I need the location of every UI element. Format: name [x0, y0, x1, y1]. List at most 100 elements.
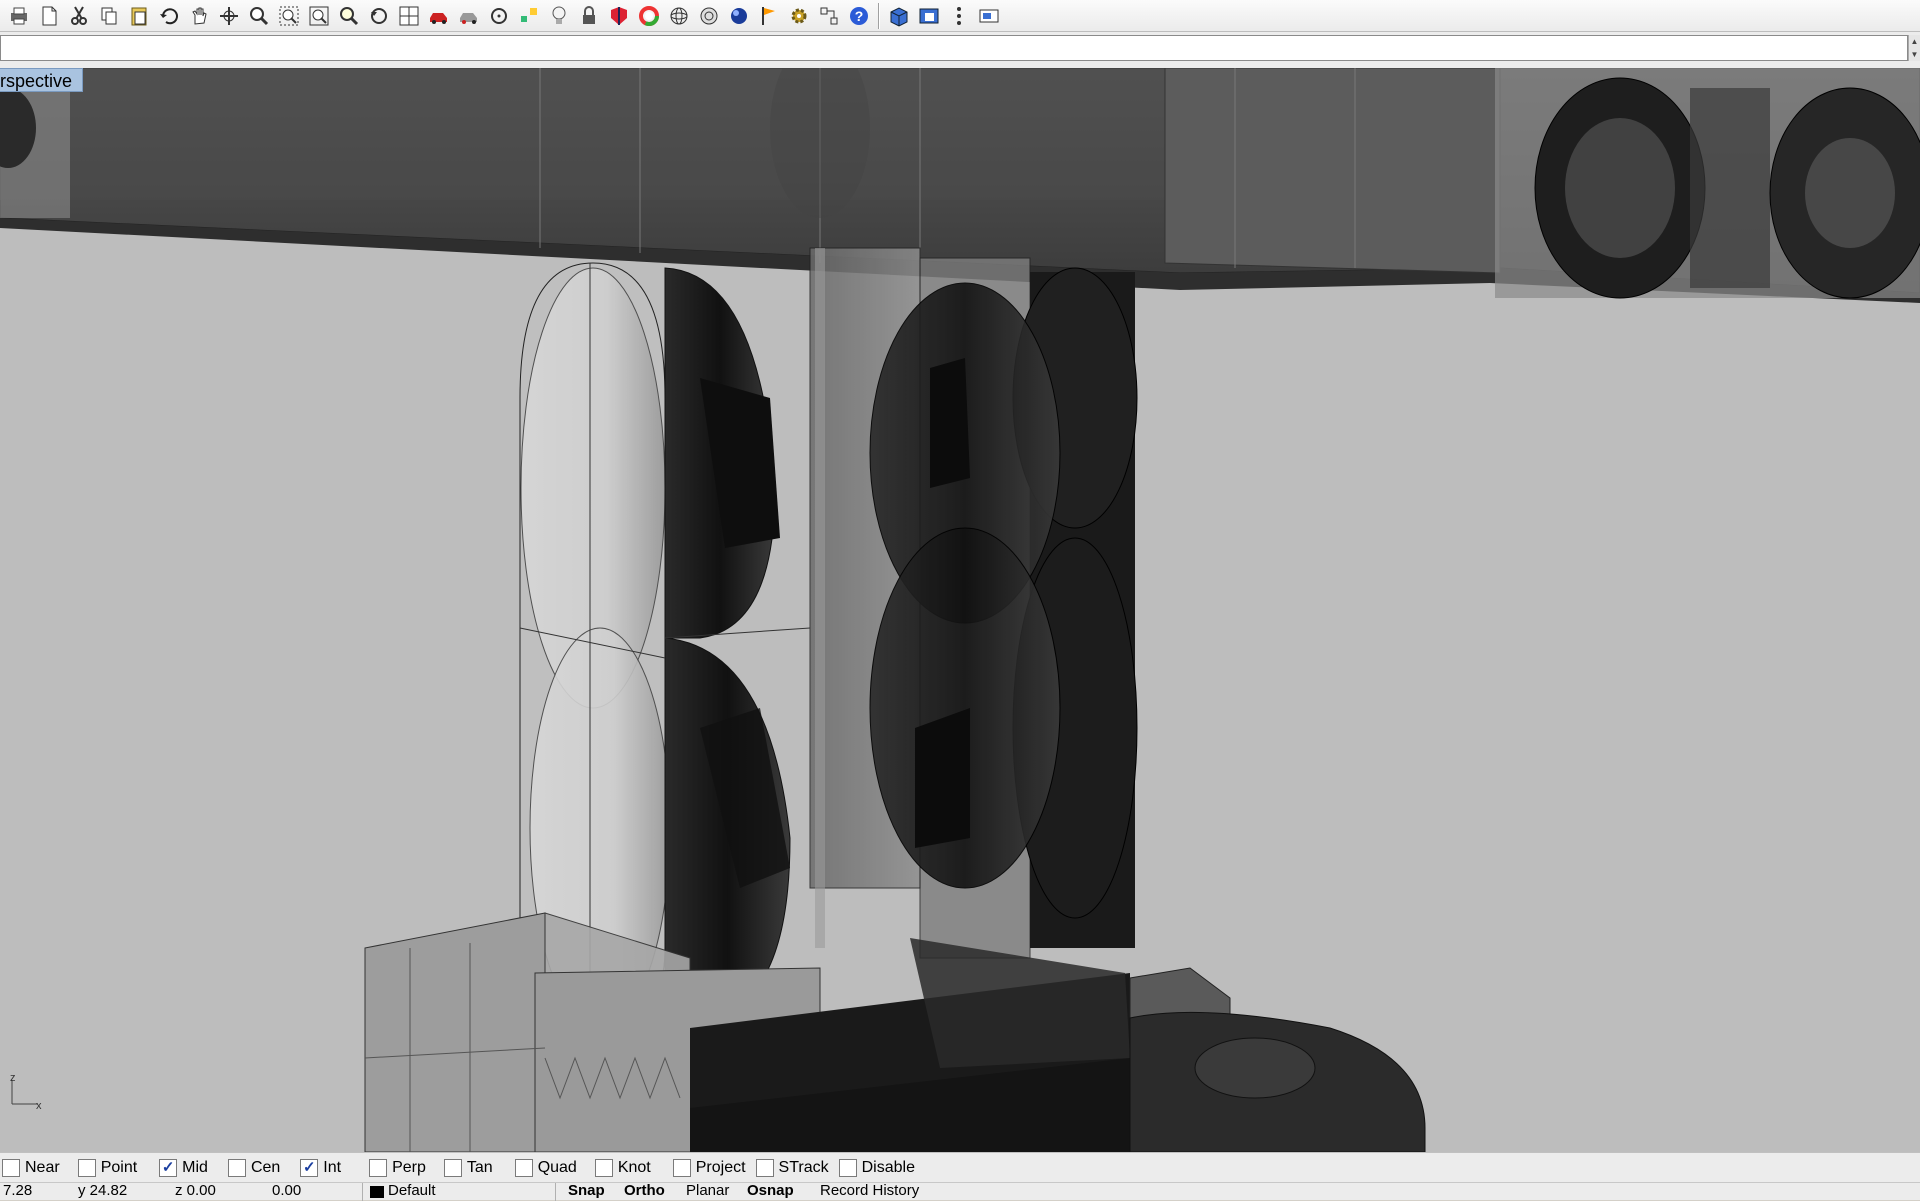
- circle-icon[interactable]: [484, 1, 514, 31]
- zoom-selected-icon[interactable]: [334, 1, 364, 31]
- render-sphere-icon[interactable]: [724, 1, 754, 31]
- osnap-point[interactable]: Point: [77, 1155, 137, 1181]
- box-icon[interactable]: [884, 1, 914, 31]
- status-y: y 24.82: [78, 1182, 128, 1199]
- command-area: ▲ ▼: [0, 32, 1920, 68]
- undo-view-icon[interactable]: [364, 1, 394, 31]
- lock-icon[interactable]: [574, 1, 604, 31]
- osnap-label: Quad: [537, 1158, 577, 1176]
- osnap-label: Near: [25, 1158, 60, 1176]
- osnap-tan[interactable]: Tan: [443, 1155, 493, 1181]
- undo-icon[interactable]: [154, 1, 184, 31]
- scroll-down-icon[interactable]: ▼: [1911, 50, 1919, 59]
- flag-icon[interactable]: [754, 1, 784, 31]
- osnap-label: Int: [323, 1158, 342, 1176]
- status-z: z 0.00: [175, 1182, 216, 1199]
- status-divider: [555, 1183, 556, 1201]
- osnap-label: Project: [695, 1158, 746, 1176]
- light-icon[interactable]: [544, 1, 574, 31]
- four-viewports-icon[interactable]: [394, 1, 424, 31]
- osnap-checkbox[interactable]: [755, 1158, 774, 1177]
- osnap-int[interactable]: ✓ Int: [300, 1155, 341, 1181]
- osnap-checkbox[interactable]: [838, 1158, 857, 1177]
- osnap-label: Tan: [466, 1158, 493, 1176]
- osnap-strack[interactable]: STrack: [755, 1155, 829, 1181]
- ortho-toggle[interactable]: Ortho: [624, 1183, 665, 1199]
- osnap-quad[interactable]: Quad: [514, 1155, 577, 1181]
- osnap-checkbox[interactable]: [514, 1158, 533, 1177]
- osnap-cen[interactable]: Cen: [227, 1155, 281, 1181]
- osnap-checkbox[interactable]: [369, 1158, 388, 1177]
- car-icon[interactable]: [424, 1, 454, 31]
- rotate-view-icon[interactable]: [214, 1, 244, 31]
- axis-x-label: x: [36, 1100, 42, 1112]
- osnap-project[interactable]: Project: [672, 1155, 746, 1181]
- globe-icon[interactable]: [694, 1, 724, 31]
- planar-toggle[interactable]: Planar: [686, 1183, 729, 1199]
- osnap-label: STrack: [778, 1158, 829, 1176]
- window-icon[interactable]: [914, 1, 944, 31]
- osnap-toggle[interactable]: Osnap: [747, 1183, 794, 1199]
- toolbar-separator: [878, 2, 880, 29]
- zoom-icon[interactable]: [244, 1, 274, 31]
- osnap-checkbox[interactable]: [2, 1158, 20, 1177]
- base-block[interactable]: [364, 912, 1426, 1152]
- osnap-checkbox[interactable]: [443, 1158, 462, 1177]
- osnap-checkbox[interactable]: [594, 1158, 613, 1177]
- copy-icon[interactable]: [94, 1, 124, 31]
- help-icon[interactable]: ?: [844, 1, 874, 31]
- status-x: 7.28: [3, 1182, 33, 1199]
- rear-disks[interactable]: [869, 267, 1138, 948]
- dimension-icon[interactable]: [814, 1, 844, 31]
- sphere-wire-icon[interactable]: [664, 1, 694, 31]
- front-disks[interactable]: [519, 262, 811, 1029]
- pan-icon[interactable]: [184, 1, 214, 31]
- snap-toggle[interactable]: Snap: [568, 1183, 605, 1199]
- osnap-label: Perp: [392, 1158, 426, 1176]
- shade-icon[interactable]: [604, 1, 634, 31]
- new-document-icon[interactable]: [34, 1, 64, 31]
- toolbar-group-extra: [884, 1, 1004, 31]
- viewport-layout-icon[interactable]: [974, 1, 1004, 31]
- osnap-mid[interactable]: ✓ Mid: [159, 1155, 208, 1181]
- svg-text:?: ?: [855, 8, 864, 24]
- toolbar-group-main: ?: [4, 1, 874, 31]
- osnap-checkbox[interactable]: [227, 1158, 246, 1177]
- status-layer[interactable]: Default: [388, 1183, 436, 1199]
- osnap-near[interactable]: Near: [2, 1155, 60, 1181]
- osnap-label: Cen: [250, 1158, 281, 1176]
- standard-toolbar: ?: [0, 0, 1920, 32]
- viewport-scene[interactable]: [0, 68, 1920, 1152]
- viewport-title[interactable]: rspective: [0, 68, 84, 92]
- status-divider: [362, 1183, 363, 1201]
- cut-icon[interactable]: [64, 1, 94, 31]
- paste-icon[interactable]: [124, 1, 154, 31]
- zoom-extents-icon[interactable]: [304, 1, 334, 31]
- osnap-checkbox[interactable]: ✓: [159, 1158, 178, 1177]
- status-distance: 0.00: [272, 1182, 302, 1199]
- command-scroll-buttons[interactable]: ▲ ▼: [1908, 35, 1920, 61]
- osnap-knot[interactable]: Knot: [594, 1155, 651, 1181]
- zoom-window-icon[interactable]: [274, 1, 304, 31]
- print-icon[interactable]: [4, 1, 34, 31]
- scroll-up-icon[interactable]: ▲: [1911, 37, 1919, 46]
- render-preview-icon[interactable]: [454, 1, 484, 31]
- perspective-viewport[interactable]: rspective z x: [0, 68, 1920, 1152]
- osnap-disable[interactable]: Disable: [838, 1155, 915, 1181]
- osnap-perp[interactable]: Perp: [369, 1155, 426, 1181]
- osnap-label: Knot: [617, 1158, 651, 1176]
- osnap-checkbox[interactable]: ✓: [300, 1158, 319, 1177]
- more-icon[interactable]: [944, 1, 974, 31]
- record-history-toggle[interactable]: Record History: [820, 1183, 919, 1199]
- gear-icon[interactable]: [784, 1, 814, 31]
- command-input[interactable]: [0, 35, 1908, 61]
- point-icon[interactable]: [514, 1, 544, 31]
- osnap-checkbox[interactable]: [77, 1158, 96, 1177]
- color-wheel-icon[interactable]: [634, 1, 664, 31]
- layer-color-swatch: [370, 1186, 384, 1198]
- status-bar: 7.28 y 24.82 z 0.00 0.00 Default Snap Or…: [0, 1182, 1920, 1201]
- axis-z-label: z: [10, 1072, 16, 1084]
- osnap-label: Disable: [861, 1158, 915, 1176]
- osnap-checkbox[interactable]: [672, 1158, 691, 1177]
- osnap-label: Mid: [182, 1158, 208, 1176]
